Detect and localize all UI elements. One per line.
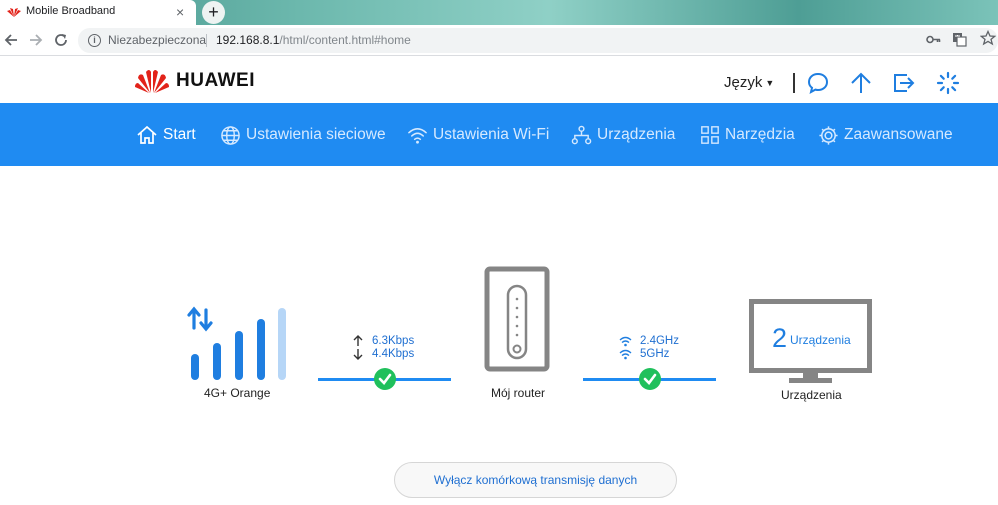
status-overview: 4G+ Orange 6.3Kbps 4.4Kbps Mój router 2.… [0, 166, 998, 505]
huawei-flower-icon [135, 70, 169, 93]
wifi-icon [619, 349, 632, 359]
home-icon [137, 125, 157, 144]
nav-item-advanced[interactable]: Zaawansowane [818, 122, 953, 148]
browser-tab[interactable]: Mobile Broadband × [0, 0, 196, 25]
url-path: /html/content.html#home [279, 33, 411, 47]
language-label: Język [724, 74, 763, 91]
upload-rate: 6.3Kbps [352, 335, 414, 347]
nav-item-label: Urządzenia [597, 126, 676, 143]
wan-status-check-icon [374, 368, 396, 390]
nav-item-wifi-settings[interactable]: Ustawienia Wi-Fi [407, 122, 549, 148]
disable-mobile-data-button[interactable]: Wyłącz komórkową transmisję danych [394, 462, 677, 498]
download-rate-value: 4.4Kbps [372, 348, 415, 360]
tab-title: Mobile Broadband [26, 5, 116, 17]
reload-icon[interactable] [50, 29, 72, 51]
download-rate: 4.4Kbps [352, 348, 414, 360]
brand-name: HUAWEI [176, 70, 255, 91]
nav-item-label: Ustawienia Wi-Fi [433, 126, 550, 143]
address-bar: i Niezabezpieczona 192.168.8.1/html/cont… [0, 25, 998, 56]
nav-item-start[interactable]: Start [136, 122, 196, 148]
loading-spinner-icon [936, 71, 960, 95]
url-text: 192.168.8.1/html/content.html#home [216, 33, 411, 47]
connected-device-count-label: Urządzenia [790, 333, 851, 347]
logout-icon[interactable] [892, 71, 916, 95]
huawei-logo[interactable]: HUAWEI [134, 66, 262, 94]
nav-item-label: Ustawienia sieciowe [246, 126, 386, 143]
caret-down-icon: ▼ [765, 78, 775, 89]
wifi-status-check-icon [639, 368, 661, 390]
huawei-favicon-icon [7, 8, 21, 17]
wifi-band-24-value: 2.4GHz [640, 335, 679, 347]
url-host: 192.168.8.1 [216, 33, 280, 47]
globe-icon [221, 125, 240, 145]
security-label: Niezabezpieczona [108, 33, 207, 47]
message-icon[interactable] [806, 71, 830, 95]
bookmark-star-icon[interactable] [980, 30, 996, 46]
download-arrow-icon [353, 349, 363, 360]
router-label: Mój router [491, 386, 546, 400]
connected-device-count[interactable]: 2 [772, 323, 787, 354]
browser-tab-strip: Mobile Broadband × + [0, 0, 998, 25]
wifi-icon [619, 336, 632, 346]
wifi-icon [408, 127, 427, 144]
new-tab-button[interactable]: + [202, 1, 225, 24]
router-device-icon[interactable] [484, 266, 550, 372]
tools-icon [701, 126, 719, 144]
nav-item-label: Narzędzia [725, 126, 795, 143]
wifi-band-24: 2.4GHz [619, 335, 679, 347]
translate-icon[interactable] [952, 32, 967, 47]
omnibox[interactable]: i Niezabezpieczona 192.168.8.1/html/cont… [78, 28, 998, 53]
omnibox-separator [206, 34, 207, 47]
nav-item-tools[interactable]: Narzędzia [700, 122, 795, 148]
network-name: 4G+ Orange [204, 386, 271, 400]
upload-arrow-icon [353, 335, 363, 346]
upload-rate-value: 6.3Kbps [372, 335, 415, 347]
nav-item-network-settings[interactable]: Ustawienia sieciowe [220, 122, 386, 148]
tab-close-icon[interactable]: × [176, 3, 184, 21]
devices-label: Urządzenia [781, 388, 842, 402]
info-icon[interactable]: i [88, 34, 101, 47]
nav-item-label: Zaawansowane [844, 126, 953, 143]
forward-arrow-icon[interactable] [25, 29, 47, 51]
nav-item-label: Start [163, 126, 196, 143]
router-header: HUAWEI Język ▼ [0, 56, 998, 103]
wifi-band-5-value: 5GHz [640, 348, 670, 360]
signal-strength-icon[interactable] [186, 306, 290, 382]
key-icon[interactable] [926, 32, 941, 47]
devices-icon [571, 125, 592, 144]
wifi-band-5: 5GHz [619, 348, 669, 360]
update-arrow-icon[interactable] [849, 71, 873, 95]
header-separator [793, 73, 795, 93]
nav-item-devices[interactable]: Urządzenia [571, 122, 675, 148]
main-navigation: Start Ustawienia sieciowe Ustawienia Wi-… [0, 103, 998, 166]
back-arrow-icon[interactable] [0, 29, 22, 51]
gear-icon [819, 125, 838, 145]
language-dropdown[interactable]: Język ▼ [724, 74, 774, 91]
